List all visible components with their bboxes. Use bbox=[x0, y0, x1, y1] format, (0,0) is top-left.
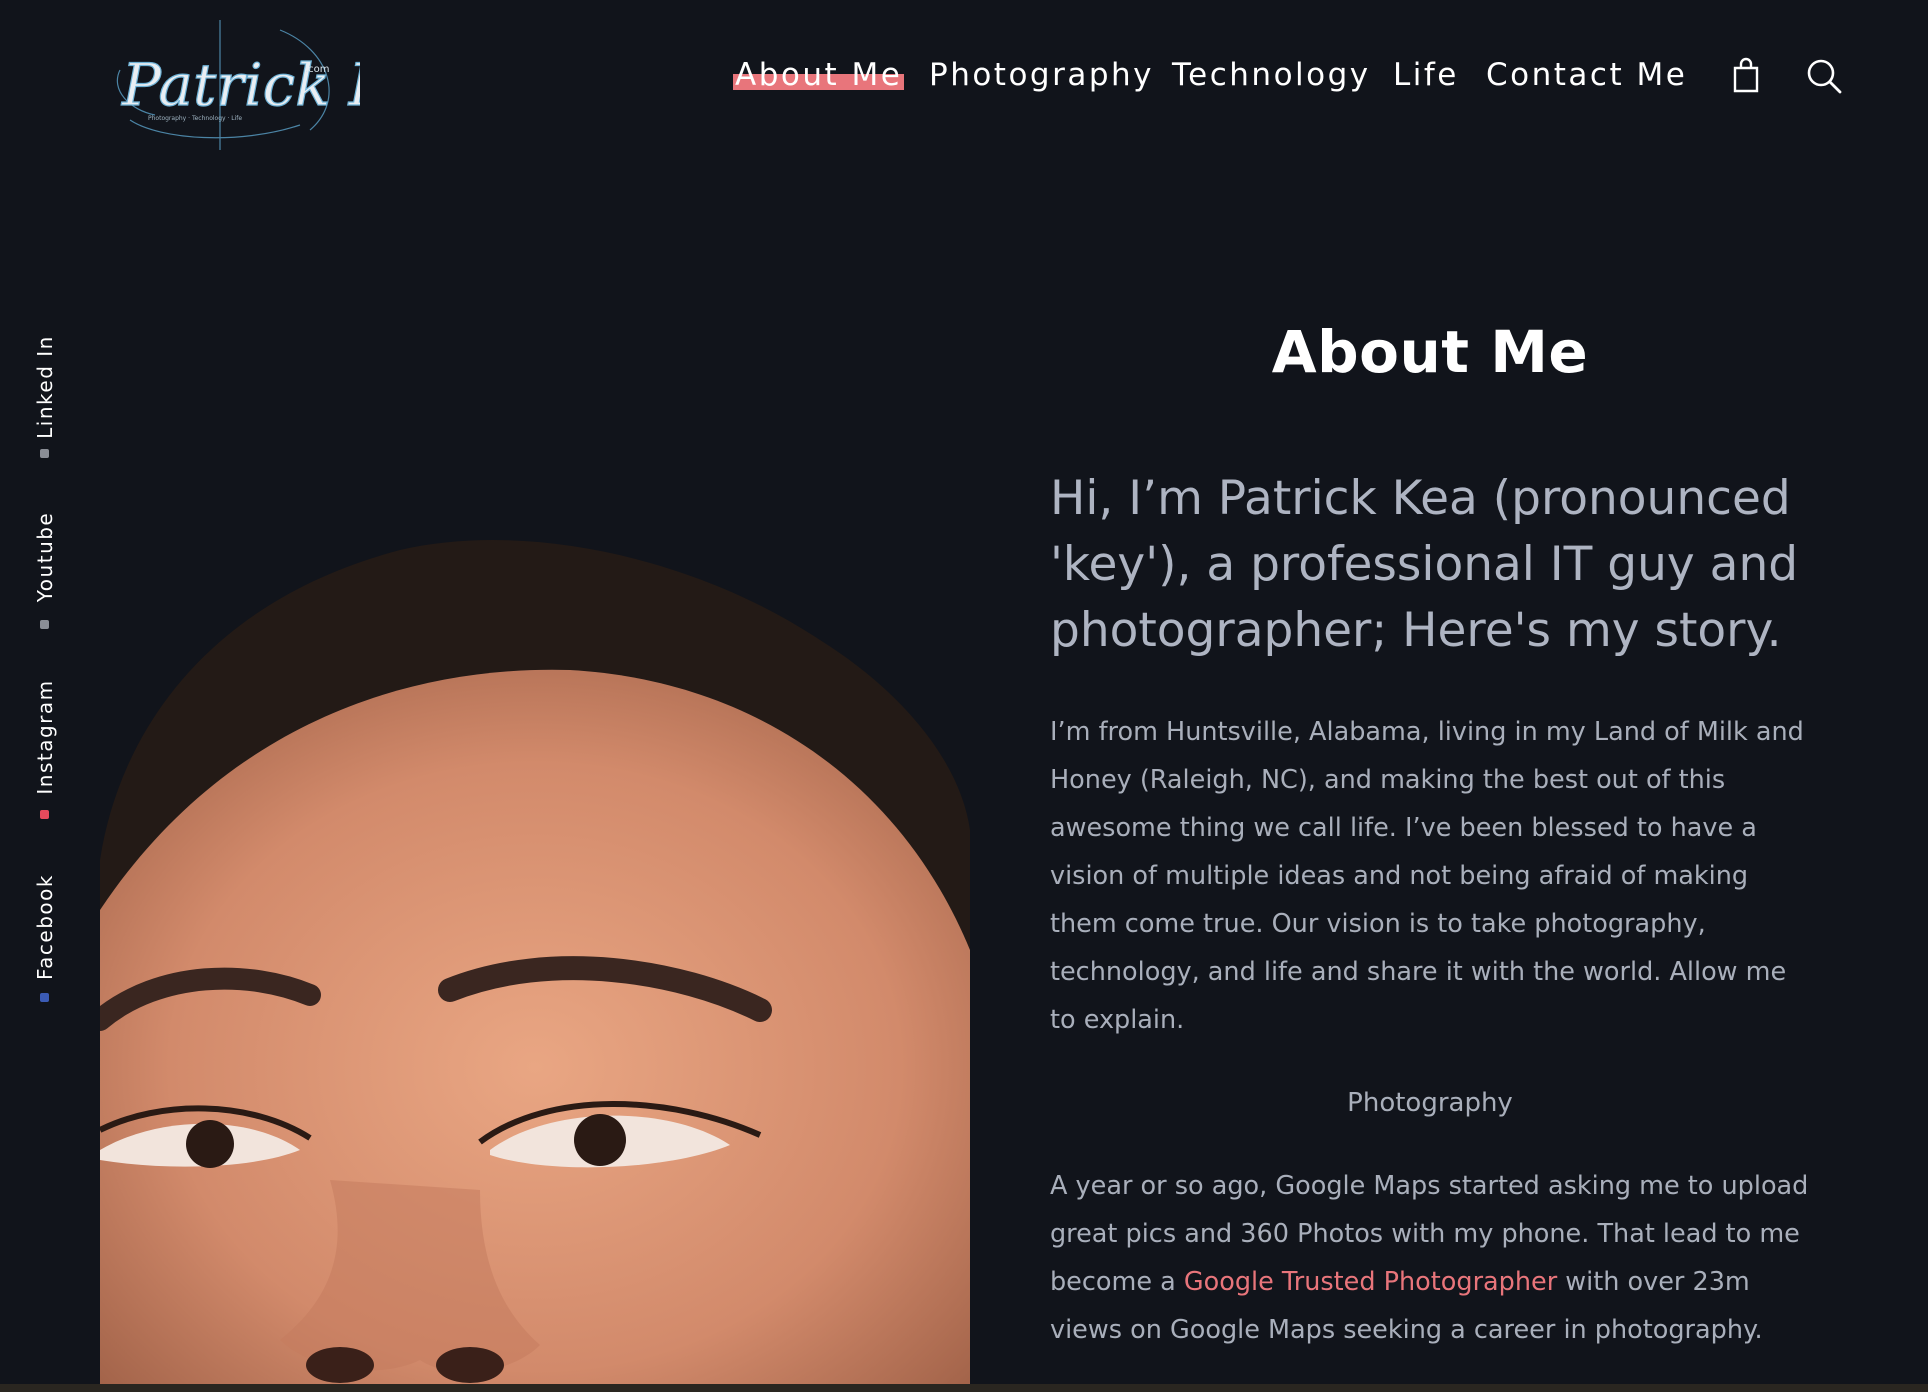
intro-paragraph: I’m from Huntsville, Alabama, living in … bbox=[1050, 717, 1804, 1035]
logo-text: Patrick Kea bbox=[121, 51, 360, 119]
social-instagram[interactable]: Instagram bbox=[20, 670, 70, 830]
nav-life[interactable]: Life bbox=[1393, 52, 1459, 98]
dot-icon bbox=[40, 810, 49, 819]
google-trusted-photographer-link[interactable]: Google Trusted Photographer bbox=[1184, 1267, 1557, 1297]
nav-photography[interactable]: Photography bbox=[929, 52, 1154, 98]
shopping-bag-icon[interactable] bbox=[1726, 56, 1766, 96]
dot-icon bbox=[40, 993, 49, 1002]
page-title: About Me bbox=[1271, 318, 1589, 386]
nav-label: Life bbox=[1393, 57, 1459, 93]
bottom-image-strip bbox=[0, 1384, 1928, 1392]
social-label: Facebook bbox=[33, 874, 57, 980]
nav-label: Contact Me bbox=[1486, 57, 1688, 93]
portrait-photo bbox=[100, 530, 970, 1392]
nav-technology[interactable]: Technology bbox=[1172, 52, 1371, 98]
nav-contact-me[interactable]: Contact Me bbox=[1486, 52, 1687, 98]
photography-paragraph: A year or so ago, Google Maps started as… bbox=[1050, 1162, 1810, 1354]
section-heading-photography: Photography bbox=[1347, 1088, 1513, 1118]
dot-icon bbox=[40, 449, 49, 458]
logo-graphic: Patrick Kea .com Photography · Technolog… bbox=[116, 20, 360, 150]
social-linkedin[interactable]: Linked In bbox=[20, 320, 70, 460]
social-label: Linked In bbox=[33, 335, 57, 439]
dot-icon bbox=[40, 620, 49, 629]
nav-label: Photography bbox=[929, 57, 1155, 93]
social-label: Youtube bbox=[33, 511, 57, 603]
logo-tagline: Photography · Technology · Life bbox=[148, 115, 242, 122]
intro-heading: Hi, I’m Patrick Kea (pronounced 'key'), … bbox=[1050, 471, 1799, 658]
nav-label: Technology bbox=[1172, 57, 1371, 93]
logo-suffix: .com bbox=[305, 64, 330, 75]
search-icon[interactable] bbox=[1804, 56, 1844, 96]
site-logo[interactable]: Patrick Kea .com Photography · Technolog… bbox=[100, 10, 360, 155]
social-facebook[interactable]: Facebook bbox=[20, 860, 70, 1010]
social-youtube[interactable]: Youtube bbox=[20, 500, 70, 640]
nav-about-me[interactable]: About Me bbox=[733, 52, 905, 98]
about-content: About Me Hi, I’m Patrick Kea (pronounced… bbox=[1050, 300, 1810, 1354]
social-label: Instagram bbox=[33, 679, 57, 795]
nav-label: About Me bbox=[735, 57, 903, 93]
